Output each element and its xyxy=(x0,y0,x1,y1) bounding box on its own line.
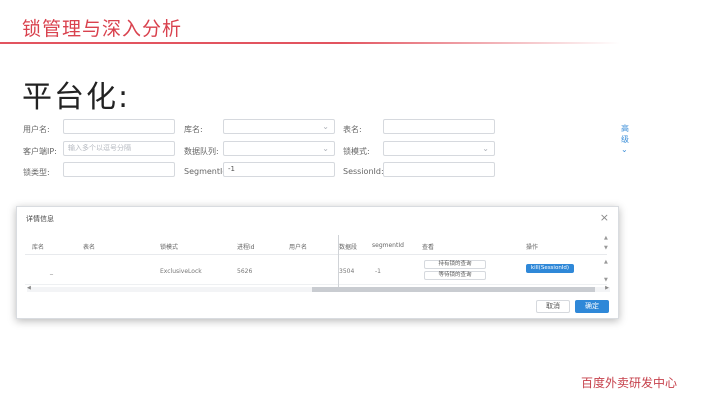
lock-type-input[interactable] xyxy=(63,162,175,177)
advanced-toggle[interactable]: 高级⌄ xyxy=(621,123,629,154)
row-divider xyxy=(25,284,607,285)
session-label: SessionId: xyxy=(343,167,384,176)
scroll-down-icon[interactable]: ▼ xyxy=(604,245,608,251)
lock-mode-label: 锁模式: xyxy=(343,147,370,156)
lock-type-label: 锁类型: xyxy=(23,168,50,177)
column-divider xyxy=(338,235,339,289)
scroll-down-icon[interactable]: ▼ xyxy=(604,277,608,283)
slide-subtitle: 平台化: xyxy=(22,80,131,115)
queue-select[interactable]: ⌄ xyxy=(223,141,335,156)
column-header: 锁模式 xyxy=(160,244,179,251)
column-header: 查看 xyxy=(422,244,435,251)
table-cell: ExclusiveLock xyxy=(160,268,202,275)
column-header: 用户名 xyxy=(289,244,308,251)
table-cell: -1 xyxy=(375,268,381,275)
column-header: 数据段 xyxy=(339,244,358,251)
client-ip-input[interactable]: 输入多个以逗号分隔 xyxy=(63,141,175,156)
scroll-up-icon[interactable]: ▲ xyxy=(604,259,608,265)
segment-input[interactable]: -1 xyxy=(223,162,335,177)
session-input[interactable] xyxy=(383,162,495,177)
column-header: 表名 xyxy=(83,244,96,251)
scroll-right-icon[interactable]: ▶ xyxy=(605,285,609,291)
cancel-button[interactable]: 取消 xyxy=(536,300,570,313)
column-header: segmentId xyxy=(372,242,404,249)
ok-button[interactable]: 确定 xyxy=(575,300,609,313)
footer-org: 百度外卖研发中心 xyxy=(581,376,678,390)
db-label: 库名: xyxy=(184,125,203,134)
waiting-lock-query-button[interactable]: 等待锁的查询 xyxy=(424,271,486,280)
chevron-down-icon: ⌄ xyxy=(322,144,329,153)
header-divider xyxy=(25,254,607,255)
detail-dialog: 详情信息 × 库名 表名 锁模式 进程id 用户名 数据段 segmentId … xyxy=(16,206,619,319)
column-header: 操作 xyxy=(526,244,539,251)
queue-label: 数据队列: xyxy=(184,147,219,156)
scrollbar-thumb[interactable] xyxy=(312,287,595,292)
dialog-title: 详情信息 xyxy=(26,215,54,223)
lock-mode-select[interactable]: ⌄ xyxy=(383,141,495,156)
user-input[interactable] xyxy=(63,119,175,134)
table-cell: 3504 xyxy=(339,268,355,275)
close-icon[interactable]: × xyxy=(600,211,609,224)
slide-title: 锁管理与深入分析 xyxy=(22,18,183,40)
table-label: 表名: xyxy=(343,125,362,134)
column-header: 库名 xyxy=(32,244,45,251)
db-select[interactable]: ⌄ xyxy=(223,119,335,134)
table-cell: 5626 xyxy=(237,268,253,275)
chevron-down-icon: ⌄ xyxy=(482,144,489,153)
horizontal-scrollbar[interactable]: ◀ ▶ xyxy=(27,285,610,292)
chevron-down-icon: ⌄ xyxy=(322,122,329,131)
table-cell: _ xyxy=(50,268,53,275)
user-label: 用户名: xyxy=(23,125,50,134)
holding-lock-query-button[interactable]: 持有锁的查询 xyxy=(424,260,486,269)
table-input[interactable] xyxy=(383,119,495,134)
client-ip-label: 客户端IP: xyxy=(23,147,57,156)
scroll-left-icon[interactable]: ◀ xyxy=(27,285,31,291)
kill-session-button[interactable]: kill(SessionId) xyxy=(526,264,574,273)
scroll-up-icon[interactable]: ▲ xyxy=(604,235,608,241)
column-header: 进程id xyxy=(237,244,255,251)
title-underline xyxy=(0,42,620,44)
chevron-down-icon: ⌄ xyxy=(621,145,628,154)
advanced-label: 高级 xyxy=(621,124,629,144)
